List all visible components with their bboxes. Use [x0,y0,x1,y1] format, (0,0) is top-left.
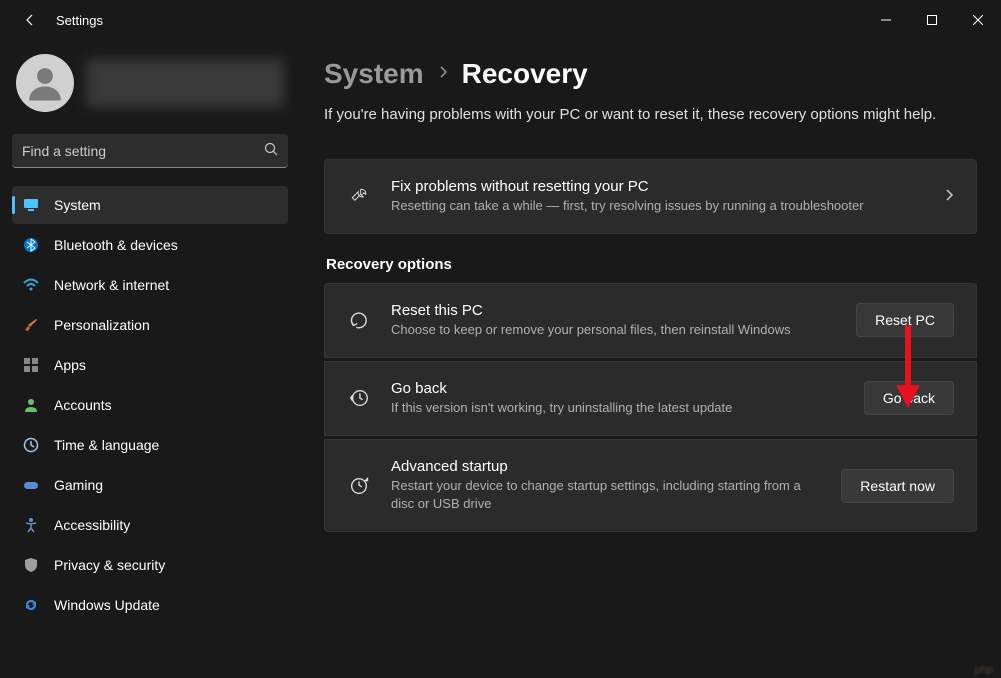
go-back-button[interactable]: Go back [864,381,954,415]
sidebar-item-personalization[interactable]: Personalization [12,306,288,344]
card-title: Advanced startup [391,458,821,475]
reset-pc-button[interactable]: Reset PC [856,303,954,337]
minimize-button[interactable] [863,4,909,36]
accessibility-icon [22,516,40,534]
chevron-right-icon [438,65,448,84]
advanced-icon [347,474,371,498]
card-title: Reset this PC [391,302,836,319]
restart-now-button[interactable]: Restart now [841,469,954,503]
section-title: Recovery options [326,256,977,273]
sidebar-item-label: Privacy & security [54,557,165,573]
sidebar-item-label: Gaming [54,477,103,493]
sidebar-item-label: Accessibility [54,517,130,533]
card-title: Go back [391,380,844,397]
sidebar-item-label: Time & language [54,437,159,453]
avatar [16,54,74,112]
watermark: php [975,664,993,676]
sidebar-item-label: Network & internet [54,277,169,293]
sidebar-item-privacy-security[interactable]: Privacy & security [12,546,288,584]
sidebar-item-accounts[interactable]: Accounts [12,386,288,424]
search-input[interactable] [22,143,264,159]
monitor-icon [22,196,40,214]
fix-problems-card[interactable]: Fix problems without resetting your PC R… [324,159,977,234]
sidebar-item-gaming[interactable]: Gaming [12,466,288,504]
sidebar-item-label: Bluetooth & devices [54,237,178,253]
wrench-icon [347,184,371,208]
sidebar-item-network-internet[interactable]: Network & internet [12,266,288,304]
person-icon [22,396,40,414]
update-icon [22,596,40,614]
user-profile[interactable] [12,48,288,118]
window-title: Settings [56,13,103,28]
sidebar-item-time-language[interactable]: Time & language [12,426,288,464]
close-button[interactable] [955,4,1001,36]
sidebar-item-apps[interactable]: Apps [12,346,288,384]
maximize-button[interactable] [909,4,955,36]
recovery-card-go-back: Go back If this version isn't working, t… [324,361,977,436]
sidebar-item-label: System [54,197,101,213]
sidebar-item-system[interactable]: System [12,186,288,224]
search-box[interactable] [12,134,288,168]
sidebar-item-label: Accounts [54,397,112,413]
search-icon [264,142,278,159]
brush-icon [22,316,40,334]
breadcrumb-parent[interactable]: System [324,58,424,90]
sidebar-item-label: Personalization [54,317,150,333]
gamepad-icon [22,476,40,494]
bluetooth-icon [22,236,40,254]
breadcrumb-current: Recovery [462,58,588,90]
chevron-right-icon [944,188,954,205]
card-desc: If this version isn't working, try unins… [391,399,844,417]
card-title: Fix problems without resetting your PC [391,178,924,195]
profile-name-redacted [86,59,284,107]
card-desc: Resetting can take a while — first, try … [391,197,924,215]
recovery-card-reset-this-pc: Reset this PC Choose to keep or remove y… [324,283,977,358]
card-desc: Choose to keep or remove your personal f… [391,321,836,339]
back-button[interactable] [16,6,44,34]
shield-icon [22,556,40,574]
history-icon [347,386,371,410]
recovery-card-advanced-startup: Advanced startup Restart your device to … [324,439,977,532]
sidebar-item-accessibility[interactable]: Accessibility [12,506,288,544]
wifi-icon [22,276,40,294]
card-desc: Restart your device to change startup se… [391,477,821,513]
reset-icon [347,308,371,332]
sidebar-item-label: Windows Update [54,597,160,613]
apps-icon [22,356,40,374]
clock-icon [22,436,40,454]
page-subtitle: If you're having problems with your PC o… [324,104,977,127]
sidebar-item-label: Apps [54,357,86,373]
breadcrumb: System Recovery [324,58,977,90]
sidebar-item-bluetooth-devices[interactable]: Bluetooth & devices [12,226,288,264]
sidebar-item-windows-update[interactable]: Windows Update [12,586,288,624]
